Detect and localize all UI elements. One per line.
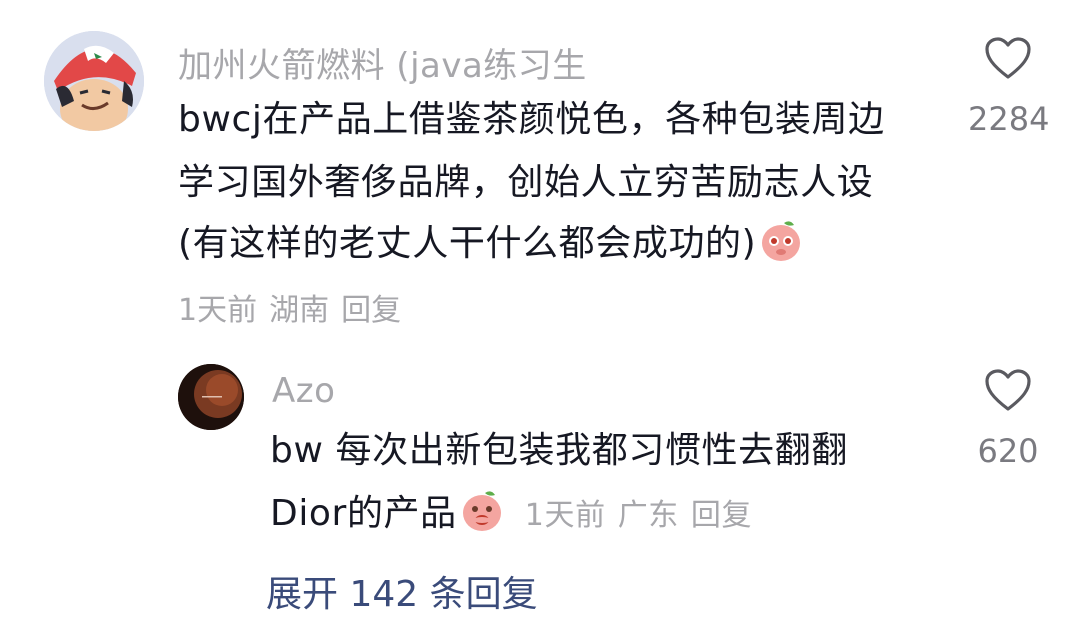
avatar-image bbox=[44, 31, 144, 131]
comment-location: 湖南 bbox=[269, 293, 330, 328]
reply-time: 1天前 bbox=[524, 498, 606, 533]
avatar[interactable] bbox=[178, 364, 244, 430]
comment-text-line: 学习国外奢侈品牌，创始人立穷苦励志人设 bbox=[178, 162, 874, 203]
heart-icon[interactable] bbox=[984, 36, 1032, 80]
reply-text-line-with-meta: Dior的产品 1天前 广东 回复 bbox=[270, 482, 764, 547]
avatar-image bbox=[178, 364, 244, 430]
comment-text-line-with-emoji: (有这样的老丈人干什么都会成功的) bbox=[178, 212, 804, 275]
comment-text-line: bwcj在产品上借鉴茶颜悦色，各种包装周边 bbox=[178, 99, 885, 140]
comment-meta: 1天前 湖南 回复 bbox=[178, 285, 413, 329]
reply-location: 广东 bbox=[617, 498, 679, 533]
avatar[interactable] bbox=[44, 31, 144, 131]
reply-text-line: bw 每次出新包装我都习惯性去翻翻 bbox=[270, 430, 848, 471]
reply-reply-button[interactable]: 回复 bbox=[691, 498, 752, 533]
reply-text-line: Dior的产品 bbox=[270, 493, 457, 534]
expand-replies-button[interactable]: 展开 142 条回复 bbox=[266, 565, 538, 617]
comment-text-line: (有这样的老丈人干什么都会成功的) bbox=[178, 223, 757, 264]
like-count: 2284 bbox=[968, 100, 1050, 138]
peach-face-emoji-icon bbox=[762, 221, 801, 261]
reply-like[interactable]: 620 bbox=[968, 368, 1048, 470]
like-count: 620 bbox=[977, 432, 1039, 470]
comment-like[interactable]: 2284 bbox=[968, 36, 1050, 138]
reply-username[interactable]: Azo bbox=[272, 371, 335, 411]
heart-icon[interactable] bbox=[984, 368, 1032, 412]
comment-username[interactable]: 加州火箭燃料 (java练习生 bbox=[178, 38, 587, 87]
reply-meta: 1天前 广东 回复 bbox=[525, 484, 764, 547]
comment-reply-button[interactable]: 回复 bbox=[341, 293, 401, 328]
comment-time: 1天前 bbox=[178, 293, 258, 328]
peach-face-emoji-icon bbox=[462, 491, 501, 531]
comment-thread: 加州火箭燃料 (java练习生 bwcj在产品上借鉴茶颜悦色，各种包装周边 学习… bbox=[0, 0, 1080, 629]
